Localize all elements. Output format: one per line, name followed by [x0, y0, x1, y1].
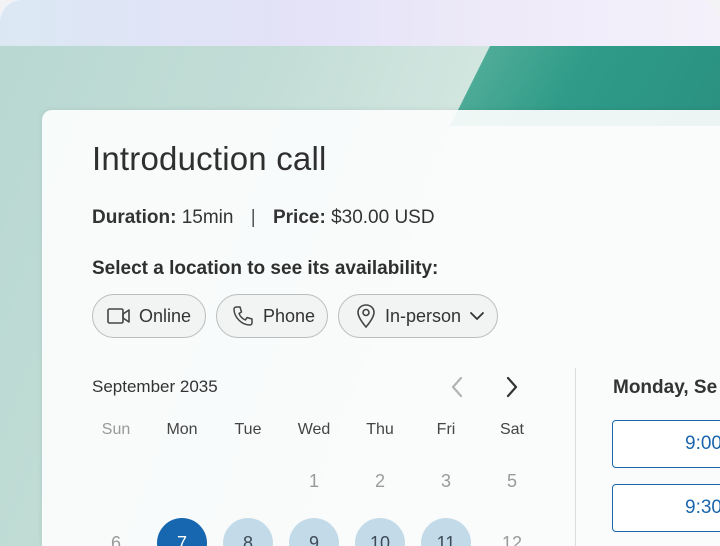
weekday-sat: Sat [499, 421, 524, 438]
weekday-fri: Fri [436, 421, 456, 438]
weekday-tue: Tue [234, 421, 262, 438]
top-bar [0, 0, 720, 47]
duration-value: 15min [181, 207, 234, 228]
slots-day-heading: Monday, Se [613, 377, 718, 398]
chevron-left-icon [451, 376, 463, 398]
weekday-thu: Thu [366, 421, 394, 438]
weekday-wed: Wed [297, 421, 331, 438]
map-pin-icon [357, 304, 375, 329]
price-value: $30.00 USD [331, 207, 435, 228]
page-title: Introduction call [92, 140, 327, 177]
calendar-day: 2 [374, 471, 385, 491]
weekday-sun: Sun [101, 421, 131, 438]
calendar-day: 3 [440, 471, 451, 491]
location-in-person-label: In-person [385, 305, 462, 326]
browser-frame: Introduction call Duration: 15min | Pric… [0, 0, 720, 546]
location-online-button[interactable]: Online [92, 294, 206, 338]
location-phone-label: Phone [263, 305, 316, 326]
phone-icon [233, 306, 253, 326]
location-prompt: Select a location to see its availabilit… [92, 258, 439, 279]
meta-separator: | [250, 207, 256, 228]
calendar-day: 1 [308, 471, 319, 491]
video-camera-icon [107, 308, 130, 324]
next-month-button[interactable] [499, 374, 525, 400]
service-meta: Duration: 15min | Price: $30.00 USD [92, 207, 435, 229]
price-label: Price: [272, 207, 326, 228]
chevron-right-icon [506, 376, 518, 398]
previous-month-button[interactable] [444, 374, 470, 400]
panel-divider [575, 368, 576, 546]
chevron-down-icon [470, 312, 484, 320]
location-phone-button[interactable]: Phone [216, 294, 328, 338]
location-in-person-dropdown[interactable]: In-person [338, 294, 498, 338]
calendar-month-label: September 2035 [92, 377, 218, 396]
location-online-label: Online [139, 305, 192, 326]
weekday-mon: Mon [166, 421, 198, 438]
calendar-day: 5 [506, 471, 517, 491]
time-slot-button[interactable]: 9:00 [612, 420, 720, 468]
duration-label: Duration: [92, 207, 177, 228]
time-slot-button[interactable]: 9:30 [612, 484, 720, 532]
